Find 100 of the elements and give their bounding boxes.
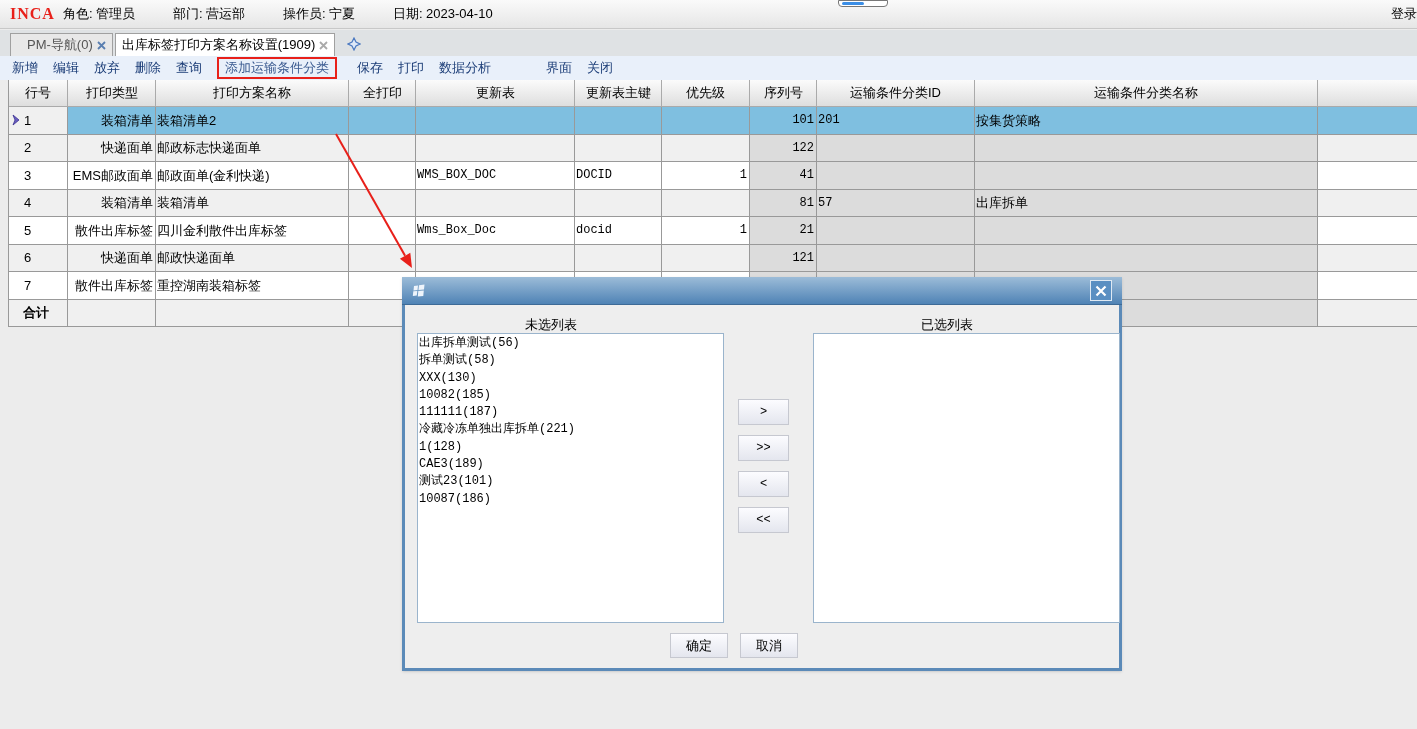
window-icon bbox=[412, 284, 426, 297]
toolbar-button[interactable]: 添加运输条件分类 bbox=[217, 57, 337, 79]
table-cell: 重控湖南装箱标签 bbox=[156, 272, 349, 300]
toolbar-button[interactable]: 保存 bbox=[357, 58, 383, 78]
transfer-button[interactable]: > bbox=[738, 399, 789, 425]
list-item[interactable]: 出库拆单测试(56) bbox=[419, 335, 520, 353]
table-cell: 快递面单 bbox=[68, 244, 156, 272]
toolbar-button[interactable]: 编辑 bbox=[53, 58, 79, 78]
table-cell: 装箱清单 bbox=[68, 107, 156, 135]
list-item[interactable]: 测试23(101) bbox=[419, 473, 494, 491]
table-cell: 出库拆单 bbox=[975, 189, 1318, 217]
logo: INCA bbox=[10, 4, 55, 24]
list-item[interactable]: 10082(185) bbox=[419, 386, 491, 405]
toolbar-button[interactable]: 新增 bbox=[12, 58, 38, 78]
table-cell: 按集货策略 bbox=[975, 107, 1318, 135]
header-field: 部门: 营运部 bbox=[172, 4, 283, 24]
list-item[interactable]: 111111(187) bbox=[419, 404, 499, 422]
table-cell: 邮政标志快递面单 bbox=[156, 134, 349, 162]
tab[interactable]: PM-导航(0) bbox=[10, 33, 113, 56]
list-item[interactable]: CAE3(189) bbox=[419, 456, 484, 474]
current-row-icon bbox=[12, 114, 20, 127]
table-cell: Wms_Box_Doc bbox=[416, 217, 575, 245]
list-item[interactable]: 10087(186) bbox=[419, 490, 491, 508]
table-cell: docid bbox=[575, 217, 662, 245]
table-cell: WMS_BOX_DOC bbox=[416, 162, 575, 190]
table-cell: 装箱清单2 bbox=[156, 107, 349, 135]
toolbar-button[interactable]: 打印 bbox=[398, 58, 424, 78]
toolbar-button[interactable]: 界面 bbox=[546, 58, 572, 78]
table-cell bbox=[349, 107, 416, 135]
table-row[interactable]: 4 装箱清单 装箱清单 81 57 出库拆单 bbox=[9, 189, 1417, 217]
row-number: 7 bbox=[24, 276, 32, 295]
table-cell: 散件出库标签 bbox=[68, 217, 156, 245]
column-header[interactable]: 行号 bbox=[9, 80, 68, 107]
table-cell: 122 bbox=[750, 134, 817, 162]
column-header[interactable]: 更新表主键 bbox=[575, 80, 662, 107]
tab[interactable]: 出库标签打印方案名称设置(1909) bbox=[114, 33, 336, 56]
header-field: 日期: 2023-04-10 bbox=[392, 4, 533, 24]
toolbar-button[interactable]: 数据分析 bbox=[439, 58, 491, 78]
table-cell bbox=[349, 217, 416, 245]
table-cell: 81 bbox=[750, 189, 817, 217]
close-icon bbox=[1095, 284, 1107, 297]
row-number: 3 bbox=[24, 166, 32, 185]
table-cell: 装箱清单 bbox=[156, 189, 349, 217]
close-icon[interactable] bbox=[319, 40, 329, 50]
toolbar-button[interactable]: 关闭 bbox=[587, 58, 613, 78]
column-header[interactable]: 运输条件分类名称 bbox=[975, 80, 1318, 107]
dialog-button[interactable]: 取消 bbox=[740, 633, 798, 658]
list-item[interactable]: 拆单测试(58) bbox=[419, 352, 496, 370]
list-item[interactable]: XXX(130) bbox=[419, 369, 477, 387]
total-label: 合计 bbox=[9, 299, 68, 327]
add-tab-icon[interactable] bbox=[347, 37, 362, 51]
header-field: 操作员: 宁夏 bbox=[282, 4, 393, 24]
row-number: 6 bbox=[24, 249, 32, 267]
transfer-button[interactable]: >> bbox=[738, 435, 789, 461]
row-number: 1 bbox=[24, 111, 32, 130]
login-link[interactable]: 登录 bbox=[1391, 4, 1417, 24]
close-icon[interactable] bbox=[96, 40, 106, 50]
table-cell: 121 bbox=[750, 244, 817, 272]
table-cell: EMS邮政面单 bbox=[68, 162, 156, 190]
table-cell bbox=[349, 162, 416, 190]
toolbar-button[interactable]: 查询 bbox=[176, 58, 202, 78]
column-header[interactable]: 打印类型 bbox=[68, 80, 156, 107]
dialog-button[interactable]: 确定 bbox=[670, 633, 728, 658]
table-cell: 201 bbox=[817, 107, 975, 135]
list-item[interactable]: 1(128) bbox=[419, 438, 463, 457]
table-row[interactable]: 2 快递面单 邮政标志快递面单 122 bbox=[9, 134, 1417, 162]
table-row[interactable]: 3 EMS邮政面单 邮政面单(金利快递) WMS_BOX_DOC DOCID 1 41 bbox=[9, 162, 1417, 190]
close-button[interactable] bbox=[1090, 280, 1112, 301]
table-cell: 101 bbox=[750, 107, 817, 135]
loading-indicator bbox=[838, 0, 888, 7]
column-header[interactable]: 运输条件分类ID bbox=[817, 80, 975, 107]
column-header[interactable]: 打印方案名称 bbox=[156, 80, 349, 107]
table-cell: 散件出库标签 bbox=[68, 272, 156, 300]
table-cell: 1 bbox=[662, 217, 750, 245]
table-row[interactable]: 6 快递面单 邮政快递面单 121 bbox=[9, 244, 1417, 272]
column-header[interactable]: 更新表 bbox=[416, 80, 575, 107]
table-cell: 四川金利散件出库标签 bbox=[156, 217, 349, 245]
transfer-button[interactable]: < bbox=[738, 471, 789, 497]
table-cell: 快递面单 bbox=[68, 134, 156, 162]
toolbar-button[interactable]: 放弃 bbox=[94, 58, 120, 78]
table-cell: DOCID bbox=[575, 162, 662, 190]
row-number: 2 bbox=[24, 139, 32, 157]
toolbar-button[interactable]: 删除 bbox=[135, 58, 161, 78]
column-header[interactable]: 优先级 bbox=[662, 80, 750, 107]
table-row[interactable]: 5 散件出库标签 四川金利散件出库标签 Wms_Box_Doc docid 1 21 bbox=[9, 217, 1417, 245]
row-number: 5 bbox=[24, 221, 32, 240]
list-title: 已选列表 bbox=[920, 317, 973, 333]
row-number: 4 bbox=[24, 194, 32, 212]
transfer-button[interactable]: << bbox=[738, 507, 789, 533]
column-header[interactable] bbox=[1318, 80, 1417, 107]
table-cell: 57 bbox=[817, 189, 975, 217]
selected-row[interactable]: 1 装箱清单 装箱清单2 101 201 按集货策略 bbox=[9, 107, 1417, 135]
table-cell: 41 bbox=[750, 162, 817, 190]
column-header[interactable]: 全打印 bbox=[349, 80, 416, 107]
list-item[interactable]: 冷藏冷冻单独出库拆单(221) bbox=[419, 421, 575, 439]
table-cell: 邮政面单(金利快递) bbox=[156, 162, 349, 190]
table-cell: 1 bbox=[662, 162, 750, 190]
available-list[interactable]: 出库拆单测试(56) 拆单测试(58) XXX(130) 10082(185) 111111(187) 冷藏冷冻单独出库拆单(221) 1(128) CAE3(189) 测试23(101) 10087(186) bbox=[417, 333, 724, 623]
table-cell: 21 bbox=[750, 217, 817, 245]
column-header[interactable]: 序列号 bbox=[750, 80, 817, 107]
